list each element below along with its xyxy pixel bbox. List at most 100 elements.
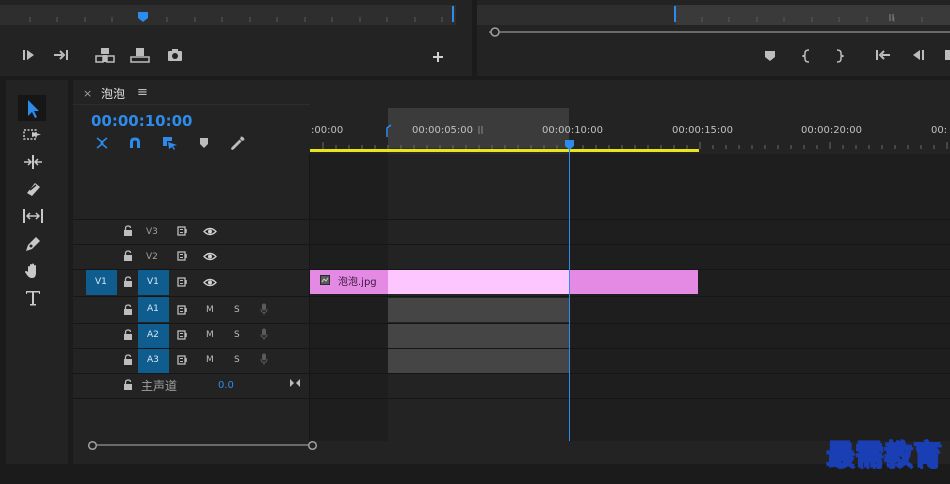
lane-separator xyxy=(73,244,950,245)
timeline-panel: × 泡泡 ≡ 00:00:10:00 :00:00 00:00:05:00 00… xyxy=(73,80,950,464)
go-to-in-icon[interactable] xyxy=(875,49,891,61)
track-label-a3: A3 xyxy=(147,355,159,365)
track-label-v3[interactable]: V3 xyxy=(146,227,158,237)
mark-out-brace-icon[interactable] xyxy=(834,49,844,63)
lock-icon[interactable] xyxy=(123,329,133,340)
lock-icon[interactable] xyxy=(123,276,133,287)
lock-icon[interactable] xyxy=(123,225,133,236)
audio-region-a3 xyxy=(388,349,569,373)
work-area-bar[interactable] xyxy=(310,149,699,152)
lock-icon[interactable] xyxy=(123,354,133,365)
linked-selection-icon[interactable] xyxy=(162,136,178,150)
source-patch-v1[interactable]: V1 xyxy=(86,270,117,295)
sync-lock-icon[interactable] xyxy=(177,305,189,315)
play-partial-icon[interactable] xyxy=(945,49,950,61)
panel-menu-icon[interactable]: ≡ xyxy=(137,85,148,100)
hand-tool[interactable] xyxy=(24,262,42,280)
sync-lock-icon[interactable] xyxy=(177,251,189,261)
close-sequence-icon[interactable]: × xyxy=(83,87,92,100)
playhead-line xyxy=(569,148,570,441)
track-label-v1: V1 xyxy=(147,277,159,287)
program-zoom-bar[interactable] xyxy=(489,31,950,33)
video-clip-selected-portion xyxy=(388,270,569,294)
mark-in-brace-icon[interactable] xyxy=(802,49,812,63)
tools-panel xyxy=(6,80,68,464)
selection-tool[interactable] xyxy=(18,95,46,121)
overwrite-icon[interactable] xyxy=(130,47,150,63)
lane-separator xyxy=(73,373,950,374)
lane-separator xyxy=(73,398,950,399)
track-select-forward-tool[interactable] xyxy=(23,127,43,143)
razor-tool[interactable] xyxy=(24,181,42,197)
eye-icon[interactable] xyxy=(203,278,217,287)
go-to-master-icon[interactable] xyxy=(289,378,301,388)
mute-a2-button[interactable]: M xyxy=(206,330,214,340)
lock-icon[interactable] xyxy=(123,250,133,261)
ripple-edit-tool[interactable] xyxy=(23,154,43,170)
add-button-icon[interactable] xyxy=(432,51,444,63)
microphone-icon[interactable] xyxy=(260,353,268,366)
eye-icon[interactable] xyxy=(203,252,217,261)
ruler-label-2: 00:00:10:00 xyxy=(542,125,604,136)
sync-lock-icon[interactable] xyxy=(177,355,189,365)
track-target-a1[interactable]: A1 xyxy=(138,297,169,322)
timecode-display[interactable]: 00:00:10:00 xyxy=(91,112,193,130)
header-divider xyxy=(309,154,310,441)
insert-icon[interactable] xyxy=(95,47,115,63)
sync-lock-icon[interactable] xyxy=(177,277,189,287)
program-ruler-ticks xyxy=(477,13,950,23)
pen-tool[interactable] xyxy=(24,235,42,253)
lock-icon[interactable] xyxy=(123,379,133,390)
microphone-icon[interactable] xyxy=(260,328,268,341)
sync-lock-icon[interactable] xyxy=(177,330,189,340)
audio-region-a2 xyxy=(388,324,569,348)
step-back-icon[interactable] xyxy=(911,49,925,61)
program-monitor-panel xyxy=(477,0,950,76)
track-label-a1: A1 xyxy=(147,304,159,314)
track-target-a3[interactable]: A3 xyxy=(138,349,169,373)
header-underline xyxy=(73,104,310,105)
add-marker-timeline-icon[interactable] xyxy=(199,137,209,149)
camera-icon[interactable] xyxy=(167,48,183,62)
zoom-handle-left-icon[interactable] xyxy=(87,440,98,451)
mark-in-icon[interactable] xyxy=(22,49,36,61)
watermark-logo: 最需教育 xyxy=(825,437,943,471)
ruler-pause-marks-icon xyxy=(478,126,484,134)
go-to-out-icon[interactable] xyxy=(53,49,69,61)
track-label-v2[interactable]: V2 xyxy=(146,252,158,262)
track-label-a2: A2 xyxy=(147,330,159,340)
solo-a2-button[interactable]: S xyxy=(234,330,240,340)
track-target-v1[interactable]: V1 xyxy=(138,270,169,295)
playhead-icon[interactable] xyxy=(564,139,575,151)
nest-sequence-icon[interactable] xyxy=(94,136,110,150)
source-monitor-panel xyxy=(0,0,472,76)
mute-a1-button[interactable]: M xyxy=(206,305,214,315)
snap-magnet-icon[interactable] xyxy=(128,136,142,150)
lane-separator xyxy=(73,296,950,297)
sync-lock-icon[interactable] xyxy=(177,226,189,236)
wrench-settings-icon[interactable] xyxy=(230,135,246,151)
ruler-label-3: 00:00:15:00 xyxy=(672,125,734,136)
source-playhead-icon[interactable] xyxy=(137,11,149,23)
source-ruler-ticks xyxy=(0,13,456,23)
ruler-label-1: 00:00:05:00 xyxy=(412,125,474,136)
timeline-zoom-scrollbar[interactable] xyxy=(92,444,312,446)
master-track-label: 主声道 xyxy=(141,379,178,393)
solo-a3-button[interactable]: S xyxy=(234,355,240,365)
sequence-tab-title[interactable]: 泡泡 xyxy=(101,85,125,102)
eye-icon[interactable] xyxy=(203,227,217,236)
microphone-icon[interactable] xyxy=(260,303,268,316)
lane-separator xyxy=(73,219,950,220)
mute-a3-button[interactable]: M xyxy=(206,355,214,365)
ruler-label-0: :00:00 xyxy=(311,125,344,136)
track-target-a2[interactable]: A2 xyxy=(138,324,169,348)
audio-region-a1 xyxy=(388,298,569,322)
type-tool[interactable] xyxy=(25,289,41,307)
zoom-handle-right-icon[interactable] xyxy=(307,440,318,451)
add-marker-icon[interactable] xyxy=(764,50,776,62)
solo-a1-button[interactable]: S xyxy=(234,305,240,315)
slip-tool[interactable] xyxy=(22,208,44,224)
lock-icon[interactable] xyxy=(123,304,133,315)
program-zoom-handle-icon[interactable] xyxy=(489,26,501,38)
master-volume-value[interactable]: 0.0 xyxy=(218,380,234,391)
